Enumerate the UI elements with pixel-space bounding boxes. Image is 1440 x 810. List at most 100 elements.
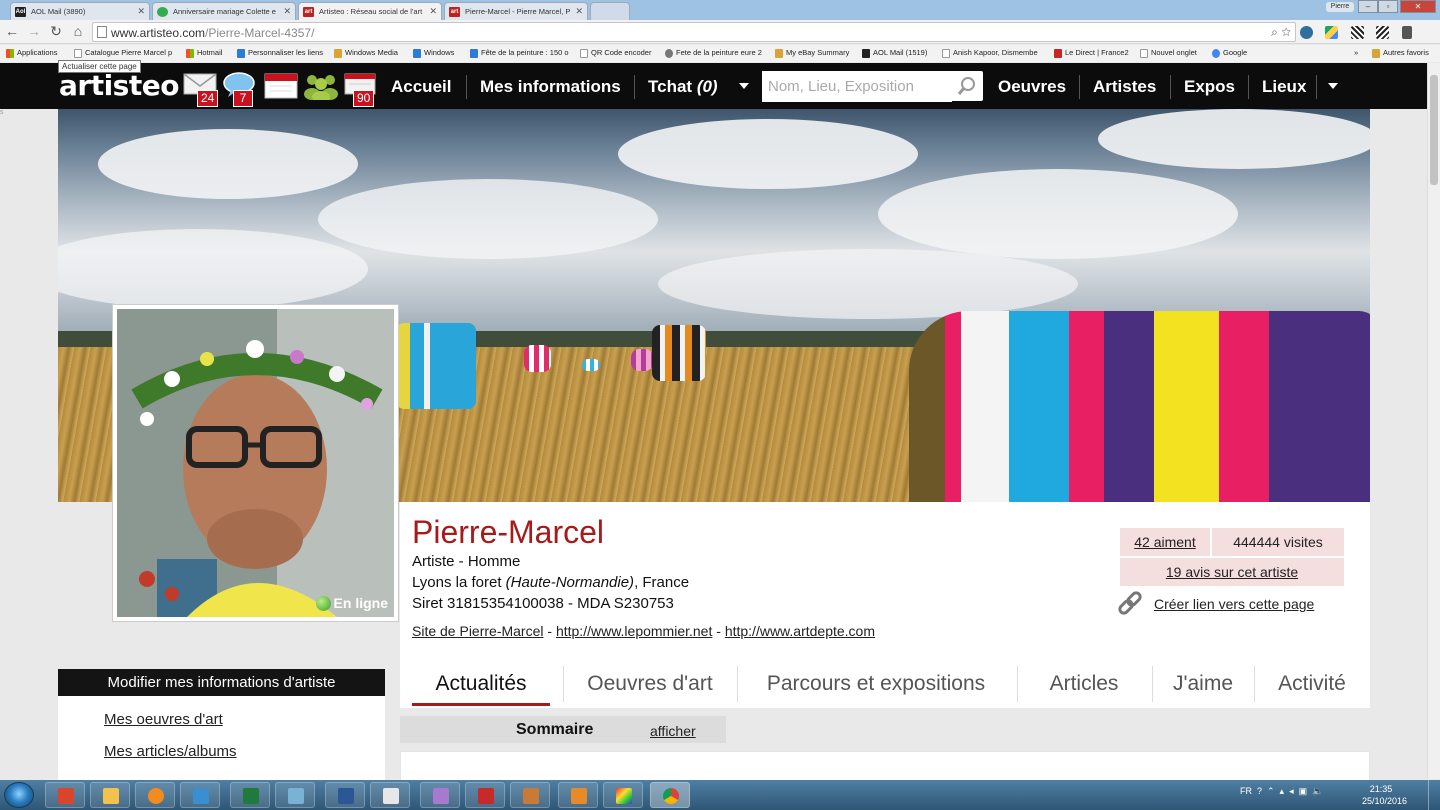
address-bar[interactable]: www.artisteo.com/Pierre-Marcel-4357/ ⌕ ☆ — [92, 22, 1296, 42]
zoom-icon[interactable]: ⌕ — [1271, 25, 1278, 39]
hay-bale — [631, 349, 653, 371]
nav-expos[interactable]: Expos — [1184, 77, 1235, 97]
system-tray[interactable]: FR ? ⌃ ▴ ◂ ▣ 🔈 — [1240, 786, 1323, 797]
website-link-1[interactable]: http://www.lepommier.net — [556, 623, 712, 639]
calendar-button[interactable] — [264, 72, 298, 100]
bookmark-item[interactable]: Fete de la peinture eure 2 — [665, 48, 762, 58]
nav-accueil[interactable]: Accueil — [391, 77, 451, 97]
taskbar-app[interactable] — [90, 782, 130, 808]
reload-icon[interactable]: ↻ — [48, 23, 64, 39]
bookmark-apps[interactable]: Applications — [6, 48, 57, 58]
nav-mes-informations[interactable]: Mes informations — [480, 77, 621, 97]
tab-activite[interactable]: Activité — [1262, 662, 1362, 706]
afficher-link[interactable]: afficher — [650, 723, 696, 739]
tab-parcours[interactable]: Parcours et expositions — [744, 662, 1008, 706]
bookmark-item[interactable]: Windows Media — [334, 48, 398, 58]
browser-tab[interactable]: Aol AOL Mail (3890) ✕ — [10, 2, 150, 20]
chat-button[interactable]: 7 — [223, 72, 257, 107]
profile-avatar[interactable]: En ligne — [112, 304, 399, 622]
messages-button[interactable]: 24 — [183, 72, 219, 107]
bookmark-item[interactable]: Catalogue Pierre Marcel p — [74, 48, 172, 58]
create-link[interactable]: Créer lien vers cette page — [1154, 596, 1314, 612]
bookmark-item[interactable]: Le Direct | France2 — [1054, 48, 1129, 58]
close-icon[interactable]: ✕ — [575, 6, 583, 17]
new-tab-button[interactable] — [590, 2, 630, 20]
search-input[interactable] — [762, 71, 952, 102]
taskbar-app[interactable] — [420, 782, 460, 808]
browser-tab-active[interactable]: art Artisteo : Réseau social de l'art ✕ — [298, 2, 442, 20]
search-icon[interactable] — [957, 76, 977, 96]
nav-artistes[interactable]: Artistes — [1093, 77, 1156, 97]
bookmark-item[interactable]: Windows — [413, 48, 454, 58]
nav-tchat[interactable]: Tchat (0) — [648, 77, 718, 97]
drive-icon[interactable] — [1325, 26, 1339, 40]
url-text[interactable]: www.artisteo.com/Pierre-Marcel-4357/ — [111, 26, 314, 40]
maximize-icon[interactable]: ▫ — [1378, 0, 1398, 13]
scrollbar-thumb[interactable] — [1430, 75, 1438, 185]
show-desktop-button[interactable] — [1428, 780, 1440, 810]
browser-tab[interactable]: Anniversaire mariage Colette e ✕ — [152, 2, 296, 20]
sidebar-item-mes-oeuvres[interactable]: Mes oeuvres d'art — [104, 711, 223, 728]
bookmark-item[interactable]: Hotmail — [186, 48, 222, 58]
hay-bale — [396, 323, 476, 409]
site-link[interactable]: Site de Pierre-Marcel — [412, 623, 544, 639]
tab-articles[interactable]: Articles — [1024, 662, 1144, 706]
taskbar-app[interactable] — [465, 782, 505, 808]
tab-actualites[interactable]: Actualités — [412, 662, 550, 706]
bookmark-item[interactable]: Personnaliser les liens — [237, 48, 323, 58]
tab-oeuvres[interactable]: Oeuvres d'art — [570, 662, 730, 706]
close-icon[interactable]: ✕ — [429, 6, 437, 17]
back-icon[interactable]: ← — [4, 23, 20, 39]
likes-stat[interactable]: 42 aiment — [1120, 528, 1210, 556]
forward-icon[interactable]: → — [26, 23, 42, 39]
browser-tab[interactable]: art Pierre-Marcel - Pierre Marcel, P ✕ — [444, 2, 588, 20]
home-icon[interactable]: ⌂ — [70, 23, 86, 39]
globe-icon[interactable] — [1300, 26, 1313, 40]
close-icon[interactable]: ✕ — [283, 6, 291, 17]
bookmark-item[interactable]: Google — [1212, 48, 1247, 58]
profile-chip[interactable]: Pierre — [1326, 2, 1354, 12]
system-clock[interactable]: 21:35 25/10/2016 — [1362, 783, 1407, 807]
qr-code-icon[interactable] — [1350, 26, 1364, 40]
minimize-icon[interactable]: – — [1358, 0, 1378, 13]
plane-icon[interactable] — [1401, 26, 1412, 40]
bookmark-item[interactable]: QR Code encoder — [580, 48, 651, 58]
qr-code-icon[interactable] — [1376, 26, 1390, 40]
folder-icon — [103, 788, 119, 804]
bookmark-item[interactable]: My eBay Summary — [775, 48, 849, 58]
taskbar-app[interactable] — [135, 782, 175, 808]
create-link-row[interactable]: Créer lien vers cette page — [1116, 591, 1314, 615]
window-close-icon[interactable]: ✕ — [1400, 0, 1436, 13]
friends-button[interactable] — [302, 72, 338, 103]
nav-oeuvres[interactable]: Oeuvres — [998, 77, 1066, 97]
page-scrollbar[interactable] — [1427, 63, 1440, 779]
bookmark-item[interactable]: AOL Mail (1519) — [862, 48, 927, 58]
bookmark-item[interactable]: Nouvel onglet — [1140, 48, 1197, 58]
taskbar-app-chrome[interactable] — [650, 782, 690, 808]
chevron-right-icon[interactable]: » — [1354, 48, 1358, 57]
nav-lieux[interactable]: Lieux — [1262, 77, 1306, 97]
star-icon[interactable]: ☆ — [1281, 25, 1291, 39]
notifications-button[interactable]: 90 — [343, 72, 377, 107]
sidebar-item-mes-articles[interactable]: Mes articles/albums — [104, 743, 237, 760]
chevron-down-icon[interactable] — [1328, 83, 1338, 89]
taskbar-app[interactable] — [180, 782, 220, 808]
bookmark-item[interactable]: Fête de la peinture : 150 o — [470, 48, 569, 58]
taskbar-app[interactable] — [275, 782, 315, 808]
close-icon[interactable]: ✕ — [137, 6, 145, 17]
other-bookmarks[interactable]: Autres favoris — [1372, 48, 1429, 58]
website-link-2[interactable]: http://www.artdepte.com — [725, 623, 875, 639]
chevron-down-icon[interactable] — [739, 83, 749, 89]
taskbar-app[interactable] — [325, 782, 365, 808]
taskbar-app[interactable] — [603, 782, 643, 808]
bookmark-item[interactable]: Anish Kapoor, Dismembe — [942, 48, 1038, 58]
start-button[interactable] — [4, 782, 34, 808]
taskbar-app[interactable] — [230, 782, 270, 808]
taskbar-app[interactable] — [558, 782, 598, 808]
taskbar-app[interactable] — [510, 782, 550, 808]
reviews-stat[interactable]: 19 avis sur cet artiste — [1120, 558, 1344, 586]
site-logo[interactable]: artisteo — [59, 69, 179, 102]
taskbar-app[interactable] — [370, 782, 410, 808]
taskbar-app[interactable] — [45, 782, 85, 808]
tab-jaime[interactable]: J'aime — [1160, 662, 1246, 706]
